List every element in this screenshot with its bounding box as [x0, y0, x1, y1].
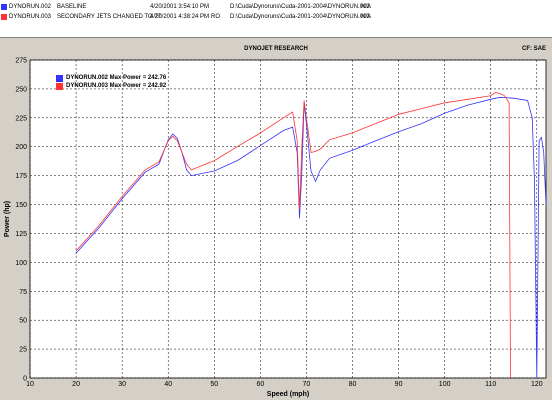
legend-item-003: DYNORUN.003 Max Power = 242.92	[56, 82, 166, 90]
x-tick-label: 120	[531, 381, 543, 388]
x-axis-label: Speed (mph)	[267, 391, 309, 398]
x-tick-label: 70	[303, 381, 311, 388]
y-tick-label: 175	[15, 173, 27, 180]
y-axis-label: Power (hp)	[4, 201, 11, 237]
plot-area	[29, 59, 547, 379]
legend-swatch	[56, 75, 63, 82]
y-tick-label: 25	[19, 347, 27, 354]
x-tick-label: 30	[118, 381, 126, 388]
x-tick-label: 90	[395, 381, 403, 388]
x-tick-label: 20	[72, 381, 80, 388]
y-tick-label: 150	[15, 202, 27, 209]
y-tick-label: 225	[15, 115, 27, 122]
y-tick-label: 200	[15, 144, 27, 151]
x-tick-label: 60	[256, 381, 264, 388]
y-tick-label: 250	[15, 86, 27, 93]
y-tick-label: 50	[19, 318, 27, 325]
x-tick-label: 100	[439, 381, 451, 388]
legend-label: DYNORUN.002 Max Power = 242.76	[66, 75, 167, 81]
y-tick-label: 100	[15, 260, 27, 267]
legend: DYNORUN.002 Max Power = 242.76 DYNORUN.0…	[56, 74, 166, 90]
y-tick-label: 125	[15, 231, 27, 238]
y-tick-label: 75	[19, 289, 27, 296]
legend-item-002: DYNORUN.002 Max Power = 242.76	[56, 74, 166, 82]
x-tick-label: 80	[349, 381, 357, 388]
y-tick-label: 0	[23, 376, 27, 383]
legend-swatch	[56, 83, 63, 90]
x-tick-label: 50	[210, 381, 218, 388]
x-tick-label: 110	[485, 381, 496, 388]
x-tick-label: 10	[26, 381, 34, 388]
x-tick-label: 40	[164, 381, 172, 388]
y-tick-label: 275	[15, 58, 27, 65]
dyno-chart: 10 20 30 40 50 60 70 80 90 100 110 120 0 25 50 75 100 125…	[4, 58, 547, 398]
legend-label: DYNORUN.003 Max Power = 242.92	[66, 83, 167, 89]
